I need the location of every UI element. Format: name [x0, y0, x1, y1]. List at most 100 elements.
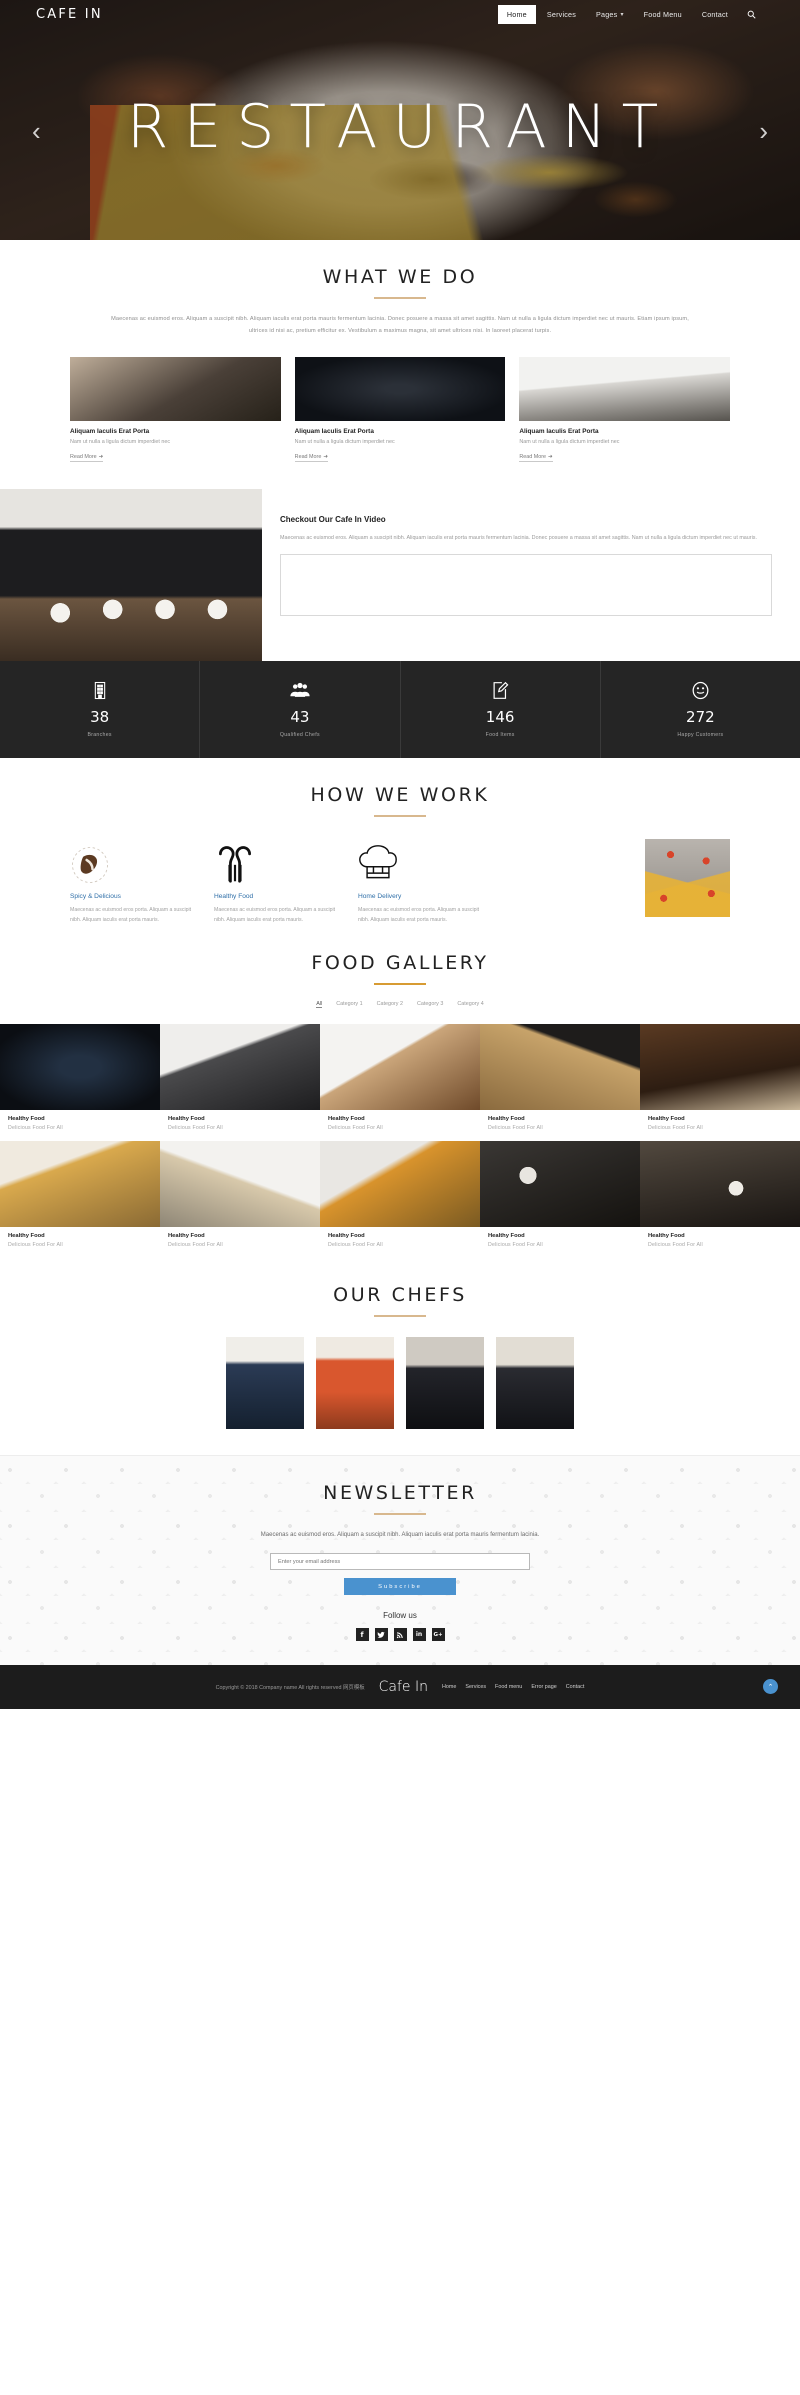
read-more-link[interactable]: Read More ➜ — [519, 454, 553, 463]
service-card-desc: Nam ut nulla a ligula dictum imperdiet n… — [294, 439, 395, 446]
gallery-filter-category-2[interactable]: Category 2 — [377, 1001, 403, 1008]
arrow-right-icon: ➜ — [323, 454, 328, 461]
edit-note-icon — [401, 679, 600, 701]
footer-link-services[interactable]: Services — [465, 1684, 486, 1690]
arrow-right-icon: ➜ — [98, 454, 104, 461]
gallery-item-desc: Delicious Food For All — [328, 1124, 383, 1131]
gallery-filter-category-1[interactable]: Category 1 — [336, 1001, 362, 1008]
service-card-title: Aliquam Iaculis Erat Porta — [519, 428, 599, 436]
gallery-item-title: Healthy Food — [168, 1232, 205, 1239]
chef-hat-icon — [358, 839, 486, 885]
gallery-item[interactable]: Healthy Food Delicious Food For All — [320, 1140, 480, 1258]
nav-item-services[interactable]: Services — [538, 5, 585, 24]
gallery-filter-category-3[interactable]: Category 3 — [417, 1001, 443, 1008]
gallery-item-title: Healthy Food — [648, 1232, 685, 1239]
chevron-down-icon: ▾ — [620, 11, 624, 18]
stats-bar: 38 Branches 43 Qualified Chefs 146 Food … — [0, 661, 800, 759]
building-icon — [0, 679, 199, 701]
hero-title: RESTAURANT — [126, 92, 674, 162]
gallery-item[interactable]: Healthy Food Delicious Food For All — [640, 1140, 800, 1258]
stat-qualified-chefs: 43 Qualified Chefs — [200, 661, 401, 759]
service-card-image — [70, 357, 281, 422]
nav-item-contact[interactable]: Contact — [693, 5, 737, 24]
service-card: Aliquam Iaculis Erat Porta Nam ut nulla … — [70, 357, 281, 463]
gallery-item-image — [0, 1140, 160, 1227]
footer-link-home[interactable]: Home — [442, 1684, 456, 1690]
scroll-to-top-icon[interactable]: ⌃ — [763, 1679, 778, 1695]
nav-item-home[interactable]: Home — [497, 4, 536, 24]
video-embed-player[interactable] — [280, 554, 772, 617]
chili-pepper-icon — [70, 839, 198, 885]
gallery-item[interactable]: Healthy Food Delicious Food For All — [480, 1023, 640, 1141]
chef-photo[interactable] — [496, 1336, 574, 1429]
food-gallery-section: FOOD GALLERY All Category 1 Category 2 C… — [0, 926, 800, 1008]
hero-next-arrow-icon[interactable]: › — [759, 118, 768, 144]
newsletter-email-input[interactable] — [270, 1553, 530, 1571]
nav-item-home-label: Home — [506, 9, 527, 19]
stat-value: 38 — [90, 708, 110, 727]
read-more-label: Read More — [70, 454, 97, 461]
nav-item-services-label: Services — [546, 9, 577, 19]
how-we-work-title: HOW WE WORK — [310, 784, 490, 807]
rss-icon[interactable] — [393, 1628, 407, 1642]
search-icon[interactable] — [739, 6, 764, 23]
linkedin-icon[interactable]: in — [412, 1628, 426, 1642]
chef-photo[interactable] — [316, 1336, 394, 1429]
gallery-item-desc: Delicious Food For All — [168, 1241, 223, 1248]
feature-title: Home Delivery — [358, 893, 402, 901]
read-more-link[interactable]: Read More ➜ — [294, 454, 328, 463]
gallery-item-image — [320, 1023, 480, 1110]
footer-logo[interactable]: Cafe In — [379, 1679, 428, 1695]
hero-prev-arrow-icon[interactable]: ‹ — [32, 118, 41, 144]
chef-photo[interactable] — [406, 1336, 484, 1429]
google-plus-icon[interactable]: G+ — [431, 1628, 445, 1642]
stat-label: Happy Customers — [677, 732, 724, 739]
what-we-do-section: WHAT WE DO Maecenas ac euismod eros. Ali… — [0, 240, 800, 463]
footer-link-food-menu[interactable]: Food menu — [495, 1684, 522, 1690]
gallery-filter-all[interactable]: All — [316, 1001, 323, 1008]
gallery-item[interactable]: Healthy Food Delicious Food For All — [480, 1140, 640, 1258]
nav-item-food-menu-label: Food Menu — [643, 9, 682, 19]
gallery-item[interactable]: Healthy Food Delicious Food For All — [160, 1023, 320, 1141]
footer-link-contact[interactable]: Contact — [566, 1684, 585, 1690]
gallery-item[interactable]: Healthy Food Delicious Food For All — [160, 1140, 320, 1258]
stat-label: Food Items — [485, 732, 515, 739]
stat-happy-customers: 272 Happy Customers — [601, 661, 800, 758]
food-gallery-title: FOOD GALLERY — [311, 951, 489, 974]
gallery-item[interactable]: Healthy Food Delicious Food For All — [0, 1140, 160, 1258]
video-text-column: Checkout Our Cafe In Video Maecenas ac e… — [262, 489, 800, 661]
gallery-filter-category-4[interactable]: Category 4 — [457, 1001, 483, 1008]
subscribe-button[interactable]: Subscribe — [344, 1578, 456, 1596]
gallery-item[interactable]: Healthy Food Delicious Food For All — [0, 1023, 160, 1141]
read-more-link[interactable]: Read More ➜ — [70, 454, 104, 463]
gallery-item-image — [640, 1140, 800, 1227]
gallery-item-image — [480, 1140, 640, 1227]
feature-title: Spicy & Delicious — [70, 893, 121, 901]
service-card-image — [294, 357, 506, 422]
stat-value: 272 — [686, 708, 715, 727]
newsletter-title: NEWSLETTER — [323, 1481, 477, 1504]
video-section: Checkout Our Cafe In Video Maecenas ac e… — [0, 489, 800, 662]
gallery-item[interactable]: Healthy Food Delicious Food For All — [320, 1023, 480, 1141]
facebook-icon[interactable]: f — [355, 1628, 369, 1642]
gallery-item-title: Healthy Food — [168, 1115, 205, 1122]
stat-branches: 38 Branches — [0, 661, 201, 759]
gallery-item-title: Healthy Food — [488, 1232, 525, 1239]
chef-photo[interactable] — [226, 1336, 304, 1429]
service-card-title: Aliquam Iaculis Erat Porta — [70, 428, 150, 436]
nav-item-pages[interactable]: Pages ▾ — [587, 5, 633, 24]
our-chefs-section: OUR CHEFS — [0, 1258, 800, 1429]
our-chefs-title: OUR CHEFS — [333, 1283, 467, 1306]
footer-link-error-page[interactable]: Error page — [531, 1684, 556, 1690]
what-we-do-lead: Maecenas ac euismod eros. Aliquam a susc… — [111, 316, 689, 335]
hero-banner: CAFE IN Home Services Pages ▾ Food Menu … — [0, 0, 800, 240]
read-more-label: Read More — [519, 454, 547, 461]
site-logo[interactable]: CAFE IN — [36, 7, 103, 22]
copyright-text: Copyright © 2018 Company name All rights… — [215, 1685, 365, 1692]
gallery-item-title: Healthy Food — [648, 1115, 685, 1122]
gallery-item[interactable]: Healthy Food Delicious Food For All — [640, 1023, 800, 1141]
twitter-icon[interactable] — [374, 1628, 388, 1642]
nav-item-food-menu[interactable]: Food Menu — [635, 5, 691, 24]
stat-label: Qualified Chefs — [279, 732, 320, 739]
service-card-desc: Nam ut nulla a ligula dictum imperdiet n… — [70, 439, 171, 446]
